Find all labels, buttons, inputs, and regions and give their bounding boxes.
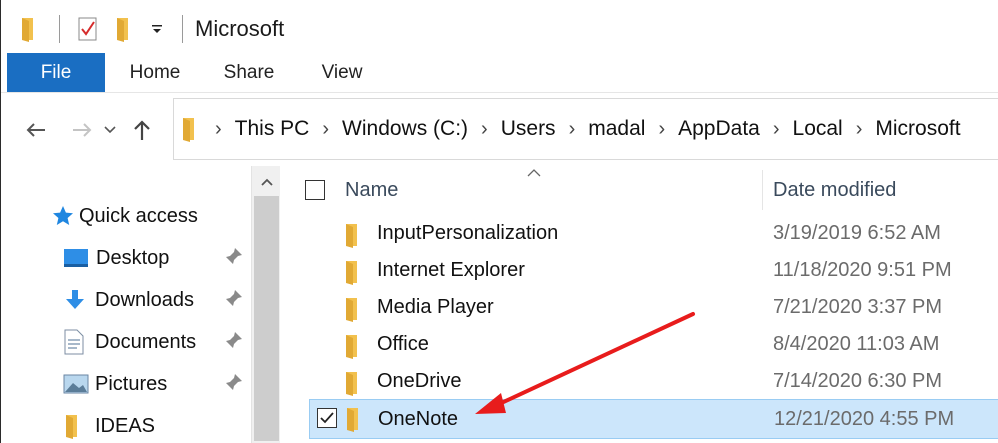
- navigation-bar: › This PC › Windows (C:) › Users › madal…: [1, 94, 998, 166]
- nav-item-pictures[interactable]: Pictures: [63, 366, 167, 402]
- nav-item-documents[interactable]: Documents: [63, 324, 196, 360]
- properties-check-icon[interactable]: [70, 14, 106, 44]
- file-date: 11/18/2020 9:51 PM: [773, 259, 952, 281]
- file-date: 7/14/2020 6:30 PM: [773, 370, 943, 392]
- pin-icon[interactable]: [225, 247, 243, 270]
- star-icon: [51, 204, 75, 228]
- list-item[interactable]: Office 8/4/2020 11:03 AM: [309, 327, 998, 364]
- back-arrow-icon[interactable]: [19, 110, 53, 150]
- tab-share[interactable]: Share: [205, 53, 293, 92]
- column-divider[interactable]: [762, 170, 763, 210]
- window-title: Microsoft: [195, 16, 285, 41]
- nav-item-label: Downloads: [95, 288, 194, 311]
- pictures-icon: [63, 374, 89, 394]
- file-date: 3/19/2019 6:52 AM: [773, 222, 941, 244]
- file-date: 8/4/2020 11:03 AM: [773, 333, 940, 355]
- tab-home[interactable]: Home: [105, 53, 205, 92]
- file-name: Media Player: [377, 296, 494, 318]
- folder-icon: [180, 116, 200, 142]
- folder-icon: [343, 370, 363, 401]
- breadcrumb-chevron-icon[interactable]: ›: [773, 118, 780, 141]
- nav-item-ideas[interactable]: IDEAS: [63, 408, 155, 443]
- column-header-name[interactable]: Name: [345, 179, 398, 202]
- documents-icon: [63, 329, 85, 355]
- tab-view[interactable]: View: [293, 53, 391, 92]
- toolbar-separator: [59, 15, 60, 43]
- folder-icon: [343, 333, 363, 364]
- nav-pane-scrollbar[interactable]: [251, 166, 280, 443]
- file-name: OneDrive: [377, 370, 462, 392]
- list-item[interactable]: OneDrive 7/14/2020 6:30 PM: [309, 364, 998, 401]
- folder-icon: [343, 296, 363, 327]
- breadcrumb-chevron-icon[interactable]: ›: [856, 118, 863, 141]
- customize-dropdown-icon[interactable]: [142, 14, 172, 44]
- ribbon-tabs: File Home Share View: [1, 53, 998, 93]
- forward-arrow-icon[interactable]: [65, 110, 99, 150]
- pin-icon[interactable]: [225, 373, 243, 396]
- nav-item-desktop[interactable]: Desktop: [63, 240, 169, 276]
- breadcrumb-chevron-icon[interactable]: ›: [481, 118, 488, 141]
- nav-item-label: Documents: [95, 330, 197, 353]
- tab-file[interactable]: File: [7, 53, 105, 92]
- select-all-checkbox[interactable]: [305, 180, 325, 200]
- new-folder-icon[interactable]: [106, 14, 142, 44]
- breadcrumb-chevron-icon[interactable]: ›: [569, 118, 576, 141]
- pin-icon[interactable]: [225, 289, 243, 312]
- list-item[interactable]: Media Player 7/21/2020 3:37 PM: [309, 290, 998, 327]
- column-header-row: Name Date modified: [283, 166, 998, 218]
- list-item-selected[interactable]: OneNote 12/21/2020 4:55 PM: [309, 399, 998, 439]
- file-date: 12/21/2020 4:55 PM: [774, 408, 955, 430]
- scrollbar-thumb[interactable]: [254, 196, 279, 441]
- sort-ascending-icon: [527, 164, 541, 181]
- breadcrumb-this-pc[interactable]: This PC: [235, 117, 310, 141]
- file-name: OneNote: [378, 408, 459, 430]
- folder-icon: [344, 406, 364, 437]
- title-separator: [182, 15, 183, 43]
- pin-icon[interactable]: [225, 331, 243, 354]
- breadcrumb-appdata[interactable]: AppData: [678, 117, 760, 141]
- breadcrumb-chevron-icon[interactable]: ›: [215, 118, 222, 141]
- download-arrow-icon: [63, 288, 87, 312]
- nav-item-quick-access[interactable]: Quick access: [51, 198, 198, 234]
- file-name: Office: [377, 333, 429, 355]
- row-checkbox-checked[interactable]: [317, 408, 337, 428]
- file-explorer-window: Microsoft File Home Share View › This PC…: [0, 0, 998, 443]
- address-bar[interactable]: › This PC › Windows (C:) › Users › madal…: [173, 98, 998, 160]
- breadcrumb-users[interactable]: Users: [501, 117, 556, 141]
- folder-icon: [343, 222, 363, 253]
- folder-icon: [63, 413, 83, 439]
- explorer-body: Quick access Desktop Downloads Documents…: [1, 166, 998, 443]
- breadcrumb-chevron-icon[interactable]: ›: [322, 118, 329, 141]
- file-name: Internet Explorer: [377, 259, 525, 281]
- breadcrumb-chevron-icon[interactable]: ›: [658, 118, 665, 141]
- nav-item-label: IDEAS: [95, 414, 156, 437]
- title-bar: Microsoft: [1, 6, 998, 52]
- list-item[interactable]: Internet Explorer 11/18/2020 9:51 PM: [309, 253, 998, 290]
- up-arrow-icon[interactable]: [127, 110, 157, 150]
- list-item[interactable]: InputPersonalization 3/19/2019 6:52 AM: [309, 216, 998, 253]
- folder-icon: [9, 14, 49, 44]
- navigation-pane: Quick access Desktop Downloads Documents…: [1, 166, 251, 443]
- nav-item-downloads[interactable]: Downloads: [63, 282, 194, 318]
- desktop-icon: [63, 248, 89, 268]
- column-header-date-modified[interactable]: Date modified: [773, 179, 896, 202]
- recent-locations-chevron-icon[interactable]: [99, 110, 121, 150]
- breadcrumb-microsoft[interactable]: Microsoft: [875, 117, 960, 141]
- breadcrumb-windows-c[interactable]: Windows (C:): [342, 117, 468, 141]
- folder-icon: [343, 259, 363, 290]
- file-date: 7/21/2020 3:37 PM: [773, 296, 943, 318]
- scroll-up-icon[interactable]: [252, 172, 281, 192]
- nav-item-label: Pictures: [95, 372, 168, 395]
- nav-item-label: Desktop: [96, 246, 170, 269]
- file-name: InputPersonalization: [377, 222, 559, 244]
- breadcrumb-madal[interactable]: madal: [588, 117, 645, 141]
- nav-item-label: Quick access: [79, 204, 198, 227]
- file-list: Name Date modified InputPersonalization …: [283, 166, 998, 443]
- breadcrumb-local[interactable]: Local: [793, 117, 843, 141]
